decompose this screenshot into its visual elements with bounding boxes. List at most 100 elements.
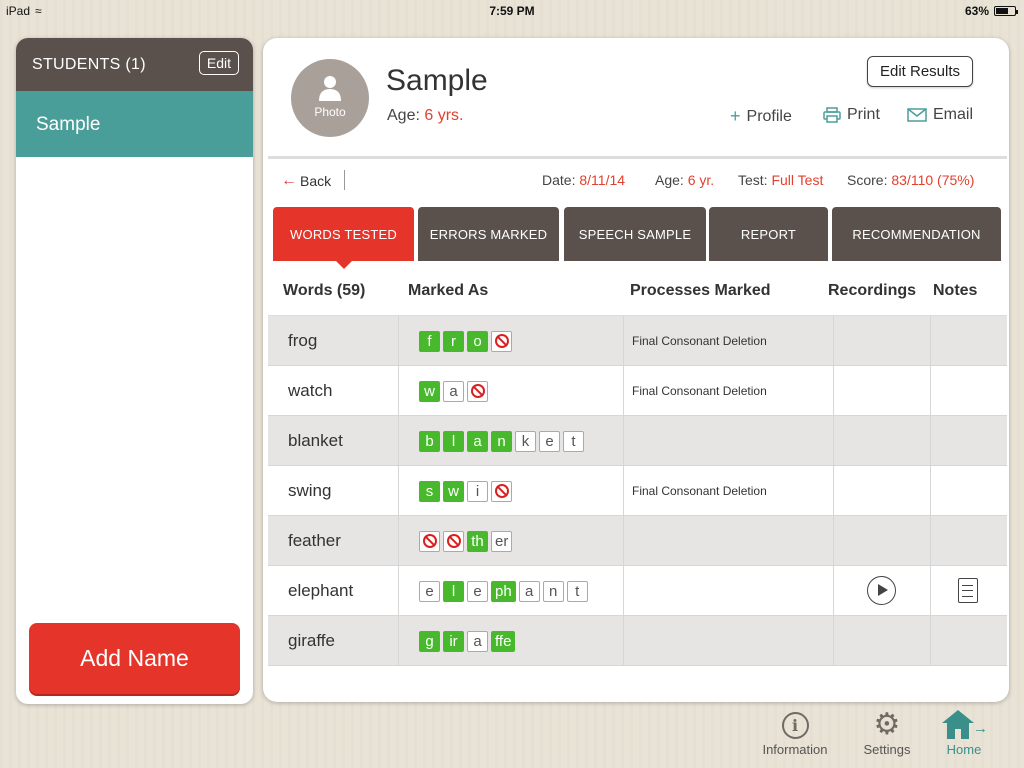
phoneme-unmarked[interactable]: e (467, 581, 488, 602)
gear-icon: ⚙ (873, 708, 901, 741)
tab-recommendation[interactable]: RECOMMENDATION (832, 207, 1001, 261)
status-bar: iPad ≈ 7:59 PM 63% (0, 0, 1024, 22)
note-icon[interactable] (958, 578, 978, 603)
phoneme-correct[interactable]: w (443, 481, 464, 502)
students-header: STUDENTS (1) Edit (16, 38, 253, 91)
phoneme-correct[interactable]: g (419, 631, 440, 652)
phoneme-correct[interactable]: ir (443, 631, 464, 652)
test-age: Age: 6 yr. (655, 172, 714, 188)
phoneme-correct[interactable]: l (443, 431, 464, 452)
edit-students-button[interactable]: Edit (198, 51, 239, 75)
nav-home[interactable]: → Home (924, 708, 1004, 757)
test-age-label: Age: (655, 172, 684, 188)
marked-as-cell: th er (399, 516, 624, 566)
process-cell (624, 416, 834, 466)
table-row[interactable]: elephant e l e ph a n t (268, 566, 1007, 616)
battery-icon (994, 6, 1018, 16)
phoneme-unmarked[interactable]: er (491, 531, 513, 552)
phoneme-correct[interactable]: o (467, 331, 488, 352)
phoneme-unmarked[interactable]: e (419, 581, 440, 602)
marked-as-cell: e l e ph a n t (399, 566, 624, 616)
phoneme-correct[interactable]: n (491, 431, 512, 452)
process-cell: Final Consonant Deletion (624, 466, 834, 516)
date-label: Date: (542, 172, 576, 188)
column-header-words[interactable]: Words (59) (283, 282, 365, 300)
omission-icon[interactable] (419, 531, 440, 552)
table-row[interactable]: watch w a Final Consonant Deletion (268, 366, 1007, 416)
student-age: Age: 6 yrs. (387, 107, 464, 125)
tab-report[interactable]: REPORT (709, 207, 828, 261)
test-date: Date: 8/11/14 (542, 172, 625, 188)
print-action[interactable]: Print (823, 106, 880, 124)
table-row[interactable]: swing s w i Final Consonant Deletion (268, 466, 1007, 516)
phoneme-unmarked[interactable]: a (518, 581, 540, 602)
play-icon[interactable] (867, 576, 896, 605)
nav-information-label: Information (762, 742, 828, 757)
student-photo[interactable]: Photo (291, 59, 369, 137)
column-header-processes: Processes Marked (630, 282, 771, 299)
phoneme-unmarked[interactable]: t (566, 581, 588, 602)
phoneme-correct[interactable]: w (419, 381, 440, 402)
phoneme-correct[interactable]: b (419, 431, 440, 452)
home-icon: → (942, 710, 988, 740)
phoneme-unmarked[interactable]: e (539, 431, 560, 452)
notes-cell (931, 466, 1007, 516)
word-cell: watch (268, 366, 399, 416)
phoneme-marks: blanket (419, 431, 584, 452)
phoneme-correct[interactable]: r (443, 331, 464, 352)
phoneme-correct[interactable]: f (419, 331, 440, 352)
phoneme-unmarked[interactable]: a (443, 381, 464, 402)
phoneme-correct[interactable]: ffe (491, 631, 516, 652)
phoneme-correct[interactable]: s (419, 481, 440, 502)
back-button[interactable]: ← Back (281, 172, 331, 190)
profile-label: Profile (746, 107, 792, 125)
nav-settings-label: Settings (863, 742, 911, 757)
table-row[interactable]: giraffe g ir a ffe (268, 616, 1007, 666)
process-text: Final Consonant Deletion (632, 384, 767, 398)
marked-as-cell: fro (399, 316, 624, 366)
recording-cell (834, 416, 931, 466)
tab-speech-sample[interactable]: SPEECH SAMPLE (564, 207, 706, 261)
omission-icon[interactable] (491, 331, 512, 352)
word-text: watch (288, 381, 333, 400)
back-arrow-icon: ← (281, 172, 297, 189)
recording-cell (834, 616, 931, 666)
status-time: 7:59 PM (489, 4, 535, 18)
table-row[interactable]: feather th er (268, 516, 1007, 566)
test-type: Test: Full Test (738, 172, 823, 188)
tab-errors-marked[interactable]: ERRORS MARKED (418, 207, 559, 261)
word-cell: elephant (268, 566, 399, 616)
phoneme-unmarked[interactable]: n (542, 581, 564, 602)
nav-information[interactable]: i Information (755, 708, 835, 757)
phoneme-unmarked[interactable]: k (515, 431, 536, 452)
omission-icon[interactable] (491, 481, 512, 502)
nav-settings[interactable]: ⚙ Settings (847, 708, 927, 758)
status-right: 63% (965, 4, 1018, 18)
phoneme-correct[interactable]: a (467, 431, 488, 452)
tab-words-tested[interactable]: WORDS TESTED (273, 207, 414, 269)
phoneme-unmarked[interactable]: a (467, 631, 488, 652)
profile-action[interactable]: + Profile (730, 106, 792, 127)
phoneme-correct[interactable]: ph (491, 581, 516, 602)
recording-cell (834, 316, 931, 366)
words-table-body: frog f r o Final Consonant Deletion watch w a Fi… (268, 316, 1007, 693)
process-text: Final Consonant Deletion (632, 334, 767, 348)
add-name-button[interactable]: Add Name (29, 623, 240, 694)
student-list-item[interactable]: Sample (16, 91, 253, 157)
phoneme-marks: e l e ph a n t (419, 581, 588, 602)
test-label: Test: (738, 172, 768, 188)
phoneme-marks: swi (419, 481, 512, 502)
table-row[interactable]: frog f r o Final Consonant Deletion (268, 316, 1007, 366)
phoneme-unmarked[interactable]: i (467, 481, 488, 502)
phoneme-correct[interactable]: l (443, 581, 464, 602)
omission-icon[interactable] (467, 381, 488, 402)
edit-results-button[interactable]: Edit Results (867, 56, 973, 87)
phoneme-marks: g ir a ffe (419, 631, 516, 652)
table-row[interactable]: blanket b l a n k e t (268, 416, 1007, 466)
omission-icon[interactable] (443, 531, 464, 552)
email-action[interactable]: Email (907, 106, 973, 124)
phoneme-marks: th er (419, 531, 513, 552)
phoneme-unmarked[interactable]: t (563, 431, 584, 452)
phoneme-correct[interactable]: th (467, 531, 488, 552)
table-header: Words (59) Marked As Processes Marked Re… (268, 264, 1007, 316)
